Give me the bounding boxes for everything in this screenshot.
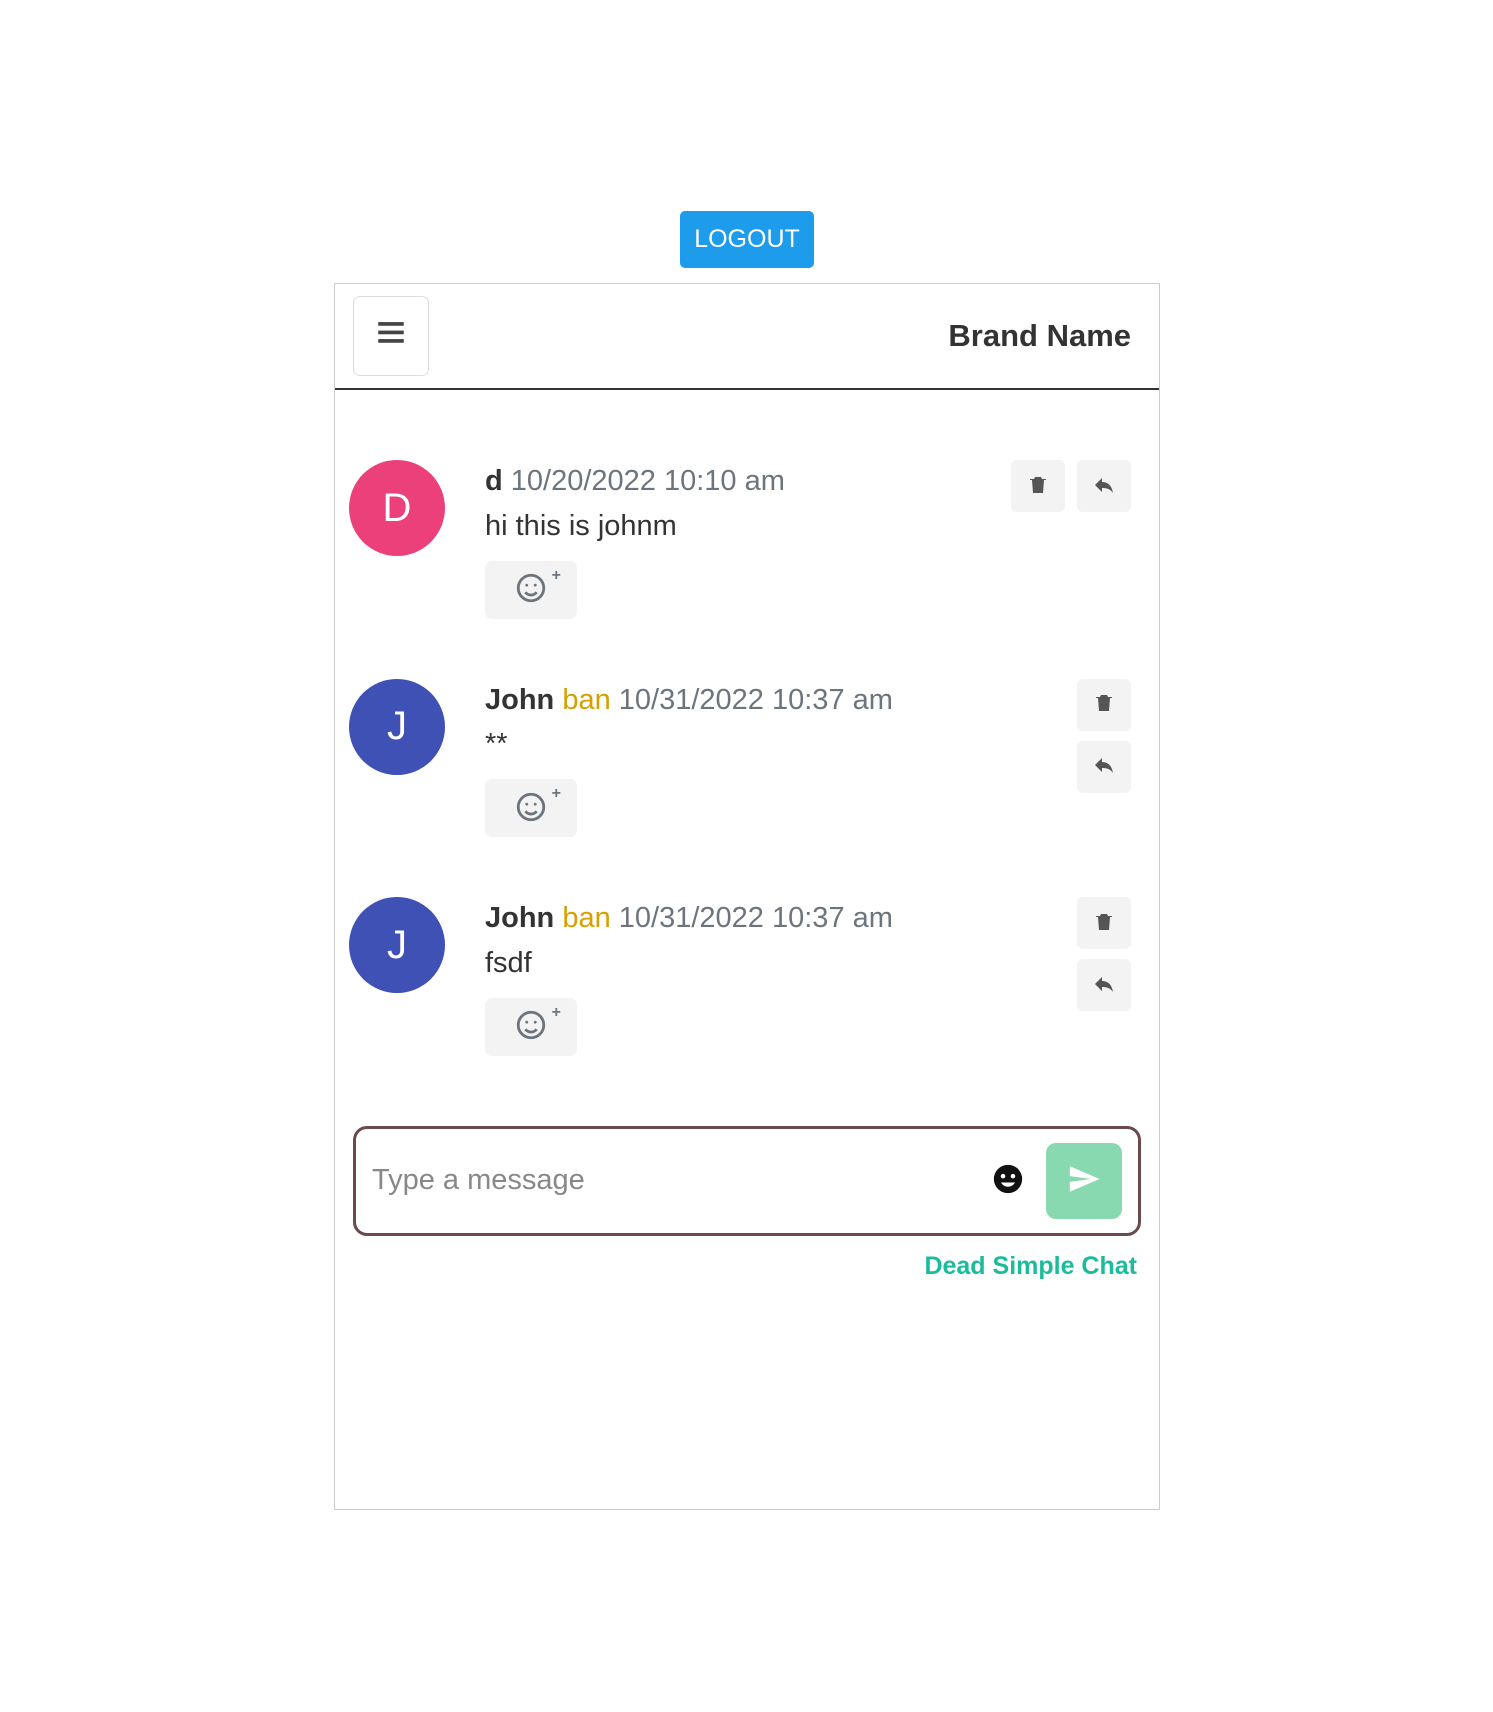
- emoji-picker-button[interactable]: [988, 1161, 1028, 1201]
- message-row: J John ban 10/31/2022 10:37 am fsdf: [349, 877, 1145, 1096]
- avatar-initial: J: [387, 704, 407, 749]
- send-icon: [1067, 1162, 1101, 1199]
- add-reaction-button[interactable]: +: [485, 998, 577, 1056]
- emoji-icon: [991, 1162, 1025, 1199]
- message-actions: [1011, 460, 1131, 512]
- reply-icon: [1092, 473, 1116, 500]
- send-button[interactable]: [1046, 1143, 1122, 1219]
- chat-window: Brand Name D d 10/20/2022 10:10 am hi th…: [334, 283, 1160, 1510]
- avatar-initial: D: [383, 486, 412, 531]
- message-timestamp: 10/31/2022 10:37 am: [619, 684, 893, 716]
- menu-button[interactable]: [353, 296, 429, 376]
- reply-button[interactable]: [1077, 959, 1131, 1011]
- message-body: John ban 10/31/2022 10:37 am ** +: [485, 679, 1145, 838]
- message-author: John: [485, 684, 554, 716]
- message-row: D d 10/20/2022 10:10 am hi this is johnm: [349, 440, 1145, 659]
- smile-icon: [514, 1008, 548, 1045]
- footer-brand-link[interactable]: Dead Simple Chat: [335, 1246, 1159, 1289]
- message-text: hi this is johnm: [485, 510, 1145, 543]
- chat-header: Brand Name: [335, 284, 1159, 390]
- delete-button[interactable]: [1077, 897, 1131, 949]
- add-reaction-button[interactable]: +: [485, 561, 577, 619]
- plus-icon: +: [552, 785, 561, 803]
- ban-label[interactable]: ban: [562, 684, 610, 716]
- footer-brand-text: Dead Simple Chat: [924, 1252, 1137, 1280]
- message-input[interactable]: [372, 1164, 970, 1197]
- reply-icon: [1092, 972, 1116, 999]
- reply-button[interactable]: [1077, 741, 1131, 793]
- composer-area: [335, 1126, 1159, 1246]
- add-reaction-button[interactable]: +: [485, 779, 577, 837]
- message-timestamp: 10/20/2022 10:10 am: [511, 465, 785, 497]
- message-meta: John ban 10/31/2022 10:37 am: [485, 679, 1145, 723]
- avatar: J: [349, 679, 445, 775]
- trash-icon: [1026, 473, 1050, 500]
- message-meta: John ban 10/31/2022 10:37 am: [485, 897, 1145, 941]
- brand-title: Brand Name: [948, 318, 1141, 354]
- message-author: John: [485, 902, 554, 934]
- composer: [353, 1126, 1141, 1236]
- message-body: John ban 10/31/2022 10:37 am fsdf +: [485, 897, 1145, 1056]
- reply-icon: [1092, 753, 1116, 780]
- ban-label[interactable]: ban: [562, 902, 610, 934]
- chat-scroll[interactable]: Brand Name D d 10/20/2022 10:10 am hi th…: [335, 284, 1159, 1509]
- smile-icon: [514, 790, 548, 827]
- smile-icon: [514, 571, 548, 608]
- logout-label: LOGOUT: [694, 225, 800, 254]
- message-list: D d 10/20/2022 10:10 am hi this is johnm: [335, 390, 1159, 1126]
- message-timestamp: 10/31/2022 10:37 am: [619, 902, 893, 934]
- avatar: J: [349, 897, 445, 993]
- avatar: D: [349, 460, 445, 556]
- message-text: fsdf: [485, 947, 1145, 980]
- message-actions: [1077, 897, 1131, 1011]
- delete-button[interactable]: [1077, 679, 1131, 731]
- message-author: d: [485, 465, 503, 497]
- logout-button[interactable]: LOGOUT: [680, 211, 814, 268]
- page-root: LOGOUT Brand Name D: [0, 0, 1493, 1712]
- plus-icon: +: [552, 1004, 561, 1022]
- delete-button[interactable]: [1011, 460, 1065, 512]
- trash-icon: [1092, 691, 1116, 718]
- reply-button[interactable]: [1077, 460, 1131, 512]
- message-row: J John ban 10/31/2022 10:37 am **: [349, 659, 1145, 878]
- avatar-initial: J: [387, 923, 407, 968]
- plus-icon: +: [552, 567, 561, 585]
- message-actions: [1077, 679, 1131, 793]
- message-text: **: [485, 728, 1145, 761]
- hamburger-icon: [374, 315, 408, 358]
- trash-icon: [1092, 910, 1116, 937]
